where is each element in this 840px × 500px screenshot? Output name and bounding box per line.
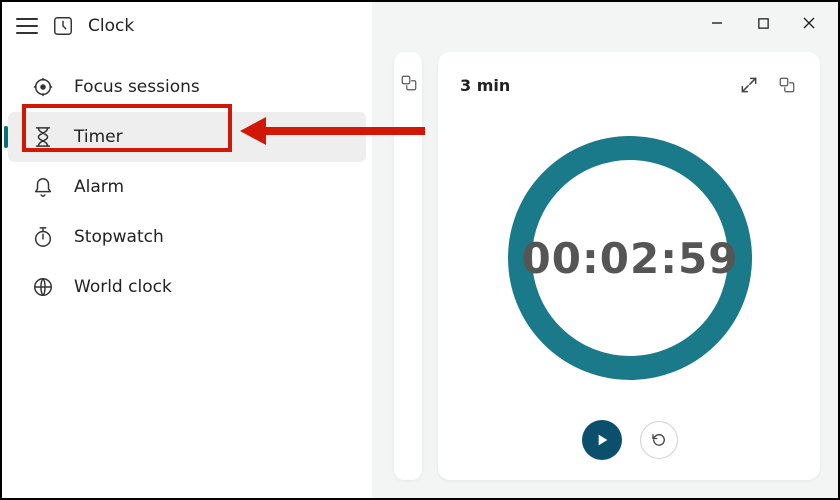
stopwatch-icon: [32, 226, 54, 248]
window-controls: [694, 6, 832, 40]
compact-view-icon[interactable]: [774, 72, 800, 98]
nav-item-label: Stopwatch: [74, 227, 164, 247]
timer-remaining-text: 00:02:59: [500, 128, 760, 388]
focus-icon: [32, 76, 54, 98]
nav-item-alarm[interactable]: Alarm: [8, 162, 366, 212]
maximize-button[interactable]: [740, 6, 786, 40]
nav-item-focus-sessions[interactable]: Focus sessions: [8, 62, 366, 112]
clock-app-window: Clock Focus sessions Timer Alarm: [0, 0, 840, 500]
nav-item-label: Alarm: [74, 177, 124, 197]
timer-ring-area: 00:02:59: [460, 100, 800, 416]
play-icon: [594, 432, 610, 448]
timer-card: 3 min 00:02:59: [438, 52, 820, 480]
compact-view-icon[interactable]: [396, 70, 422, 96]
content-area: 3 min 00:02:59: [372, 2, 838, 498]
nav-item-world-clock[interactable]: World clock: [8, 262, 366, 312]
app-title: Clock: [88, 16, 134, 36]
timer-card-actions: [736, 72, 800, 98]
play-button[interactable]: [582, 420, 622, 460]
globe-icon: [32, 276, 54, 298]
timer-progress-ring: 00:02:59: [500, 128, 760, 388]
prev-timer-card-peek: [394, 52, 422, 480]
nav-item-label: Focus sessions: [74, 77, 200, 97]
nav-list: Focus sessions Timer Alarm Stopwatch: [2, 62, 372, 312]
nav-item-label: World clock: [74, 277, 172, 297]
close-button[interactable]: [786, 6, 832, 40]
timer-card-title[interactable]: 3 min: [460, 76, 510, 95]
navigation-pane: Clock Focus sessions Timer Alarm: [2, 2, 372, 498]
nav-item-stopwatch[interactable]: Stopwatch: [8, 212, 366, 262]
expand-icon[interactable]: [736, 72, 762, 98]
timer-card-header: 3 min: [460, 70, 800, 100]
hamburger-menu-icon[interactable]: [16, 17, 38, 35]
bell-icon: [32, 176, 54, 198]
timer-controls: [460, 416, 800, 464]
clock-app-icon: [52, 15, 74, 37]
title-bar: Clock: [2, 2, 372, 50]
nav-item-timer[interactable]: Timer: [8, 112, 366, 162]
minimize-button[interactable]: [694, 6, 740, 40]
hourglass-icon: [32, 126, 54, 148]
reset-icon: [650, 431, 668, 449]
nav-item-label: Timer: [74, 127, 123, 147]
reset-button[interactable]: [640, 421, 678, 459]
